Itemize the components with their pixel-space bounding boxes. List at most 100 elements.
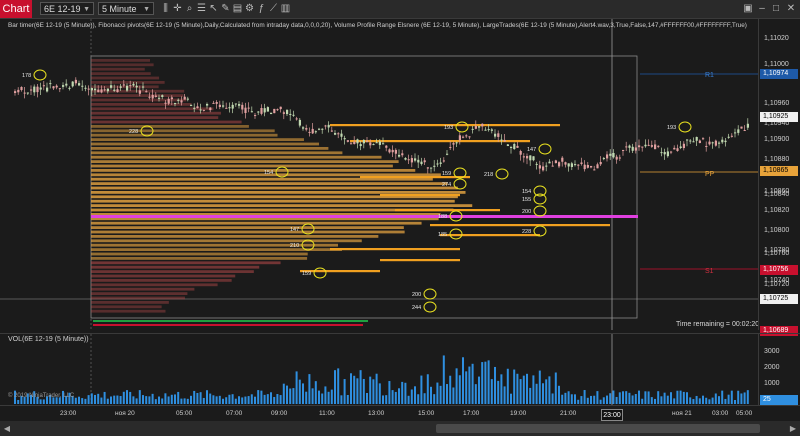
volume-bar — [404, 382, 407, 404]
volume-bar — [721, 390, 724, 404]
large-trade-marker — [495, 168, 509, 180]
candle-body — [410, 158, 413, 163]
candle-body — [318, 128, 321, 130]
candle-body — [110, 85, 113, 88]
volume-bar — [270, 392, 272, 404]
candle-body — [87, 88, 90, 90]
volume-profile-bar — [91, 230, 405, 234]
candle-body — [644, 144, 647, 147]
volume-badge: 25 — [760, 395, 798, 405]
minimize-icon[interactable]: – — [756, 3, 768, 14]
candle-body — [292, 114, 295, 116]
time-axis[interactable]: 23:00 ноя 20 05:00 07:00 09:00 11:00 13:… — [0, 405, 800, 422]
large-trade-marker — [33, 69, 47, 81]
volume-bar — [263, 394, 266, 404]
volume-bar — [708, 399, 711, 404]
interval-selector[interactable]: 5 Minute ▼ — [98, 2, 154, 15]
volume-profile-bar — [91, 252, 308, 256]
volume-bar — [158, 396, 160, 404]
candle-body — [196, 106, 199, 109]
candle-body — [606, 154, 609, 159]
properties-icon[interactable]: ☰ — [196, 3, 207, 14]
candle-body — [404, 158, 407, 160]
volume-bar — [81, 398, 84, 404]
close-icon[interactable]: ✕ — [785, 3, 797, 14]
volume-bar — [135, 398, 138, 404]
volume-panel[interactable] — [0, 333, 758, 406]
strategy-icon[interactable]: ⚙ — [244, 3, 255, 14]
window-menu-icon[interactable]: ▣ — [742, 3, 754, 14]
volume-bar — [119, 396, 122, 404]
volume-bar — [241, 397, 244, 404]
time-tick: 09:00 — [271, 410, 288, 417]
candle-body — [430, 167, 433, 169]
large-trade-label: 185 — [438, 232, 447, 238]
zoom-icon[interactable]: ⌕ — [184, 3, 195, 14]
candle-body — [407, 159, 410, 161]
chart-tab[interactable]: Chart — [0, 0, 32, 18]
volume-bar — [471, 363, 474, 404]
candle-body — [702, 138, 705, 140]
volume-bar — [628, 392, 631, 404]
candle-body — [612, 153, 615, 158]
volume-profile-bar — [91, 125, 249, 128]
volume-profile-bar — [91, 309, 166, 313]
volume-bar — [116, 395, 119, 404]
large-trade-label: 155 — [522, 197, 531, 203]
chart-trader-icon[interactable]: ▥ — [280, 3, 291, 14]
volume-bar — [273, 396, 276, 404]
buy-volume-bar — [93, 320, 368, 322]
candle-body — [682, 143, 685, 149]
candle-body — [650, 145, 653, 147]
pencil-icon[interactable]: ✎ — [220, 3, 231, 14]
candle-body — [68, 87, 71, 89]
candle-body — [273, 108, 276, 114]
candle-body — [279, 106, 282, 110]
template-icon[interactable]: ▤ — [232, 3, 243, 14]
price-panel[interactable]: 228 178 154 147 210 159 200 244 193 159 274 218 154 1… — [0, 19, 758, 330]
volume-bar — [494, 366, 496, 404]
candle-body — [260, 108, 263, 114]
draw-tools-icon[interactable]: ⟋ — [268, 3, 279, 14]
crosshair-icon[interactable]: ✛ — [172, 3, 183, 14]
candle-body — [241, 104, 244, 110]
indicator-icon[interactable]: ƒ — [256, 3, 267, 14]
volume-bar — [497, 380, 500, 404]
volume-bar — [84, 398, 87, 404]
volume-bar — [570, 394, 573, 404]
candle-body — [401, 153, 404, 156]
volume-bar — [452, 387, 455, 404]
volume-bar — [638, 390, 640, 404]
volume-bar — [711, 397, 714, 404]
candle-body — [193, 107, 196, 109]
volume-profile-bar — [91, 182, 448, 185]
bar-type-icon[interactable]: ⫼ — [160, 3, 171, 14]
large-trade-label: 188 — [438, 214, 447, 220]
time-tick: 21:00 — [560, 410, 577, 417]
volume-bar — [257, 390, 260, 404]
candle-body — [494, 133, 497, 137]
volume-bar — [330, 389, 333, 404]
candle-body — [366, 140, 369, 142]
volume-bar — [647, 391, 650, 404]
large-trade-label: 274 — [442, 182, 451, 188]
candle-body — [17, 89, 20, 93]
candle-body — [705, 145, 708, 147]
volume-bar — [455, 368, 458, 404]
volume-bar — [295, 371, 298, 404]
scroll-thumb[interactable] — [436, 424, 760, 433]
scroll-left-icon[interactable]: ◀ — [2, 424, 12, 433]
volume-bar — [103, 391, 106, 404]
volume-profile-bar — [91, 305, 162, 309]
volume-chart-canvas — [14, 334, 749, 406]
instrument-selector[interactable]: 6E 12-19 ▼ — [40, 2, 94, 15]
candle-body — [151, 94, 154, 99]
volume-profile-bar — [91, 270, 254, 273]
candle-body — [433, 165, 436, 167]
candle-body — [314, 131, 317, 133]
volume-profile-bar — [91, 94, 184, 97]
scroll-right-icon[interactable]: ▶ — [788, 424, 798, 433]
maximize-icon[interactable]: □ — [770, 3, 782, 14]
volume-bar — [199, 392, 202, 404]
pointer-icon[interactable]: ↖ — [208, 3, 219, 14]
